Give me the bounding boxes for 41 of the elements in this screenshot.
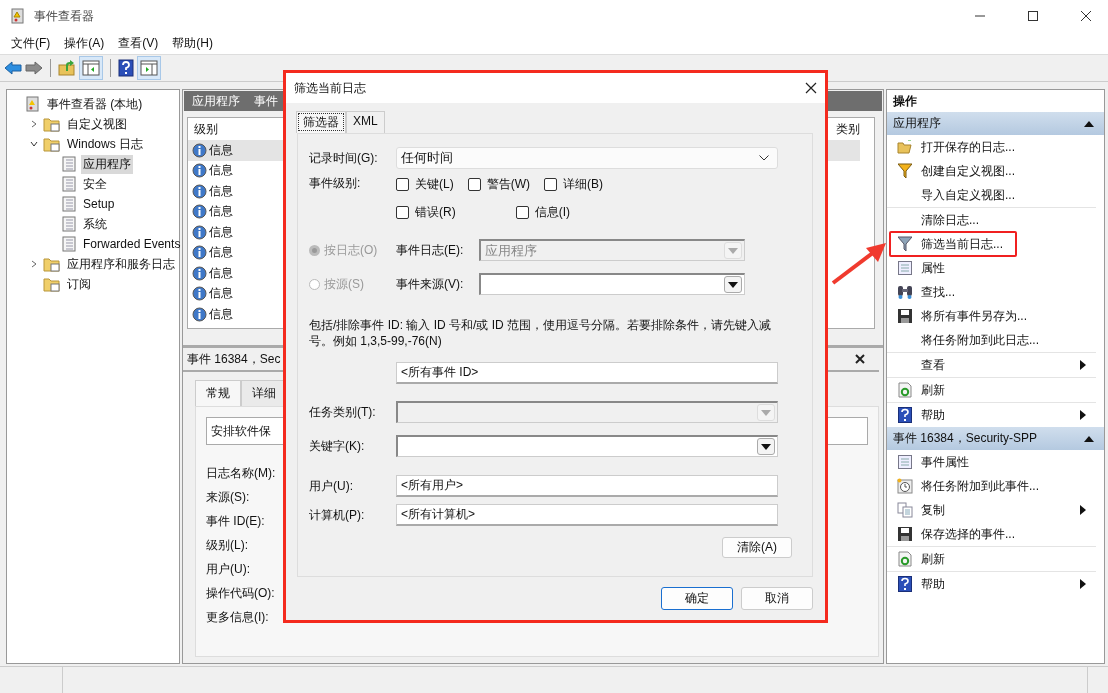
field-label: 事件来源(V): xyxy=(396,275,465,293)
field-label: 任务类别(T): xyxy=(309,403,377,421)
field-label: 事件日志(E): xyxy=(396,241,465,259)
log-header-title: 事件 xyxy=(254,92,278,110)
event-detail-title: 事件 16384，Sec xyxy=(187,350,281,368)
severity-text: 信息 xyxy=(209,203,233,221)
checkbox-label: 详细(B) xyxy=(563,175,603,193)
log-header-title: 应用程序 xyxy=(192,92,240,110)
radio-label: 按日志(O) xyxy=(324,241,378,259)
checkbox-label: 警告(W) xyxy=(486,175,530,193)
severity-text: 信息 xyxy=(209,182,233,200)
field-label: 级别(L): xyxy=(206,537,248,554)
section-title: 应用程序 xyxy=(893,115,941,132)
severity-text: 信息 xyxy=(209,244,233,262)
severity-text: 信息 xyxy=(209,223,233,241)
severity-text: 信息 xyxy=(209,141,233,159)
dialog-title: 筛选当前日志 xyxy=(294,79,366,97)
field-label: 操作代码(O): xyxy=(206,585,275,602)
severity-text: 信息 xyxy=(209,285,233,303)
section-title: 事件 16384，Security-SPP xyxy=(893,430,1038,447)
field-label: 日志名称(M): xyxy=(206,465,276,482)
checkbox-label: 信息(I) xyxy=(534,203,570,221)
severity-text: 信息 xyxy=(209,162,233,180)
field-label: 用户(U): xyxy=(309,477,354,495)
field-label: 计算机(P): xyxy=(309,506,366,524)
checkbox-label: 错误(R) xyxy=(415,203,456,221)
field-label: 事件 ID(E): xyxy=(206,513,265,530)
field-label: 用户(U): xyxy=(206,561,250,578)
hint-text: 包括/排除事件 ID: 输入 ID 号和/或 ID 范围，使用逗号分隔。若要排除条件，请先键入减号。例如 1,3,5-99,-76(N) xyxy=(309,317,772,349)
actions-title: 操作 xyxy=(892,92,918,110)
field-label: 事件级别: xyxy=(309,175,362,192)
description-text: 安排软件保 xyxy=(211,422,271,440)
field-label: 关键字(K): xyxy=(309,437,366,455)
severity-text: 信息 xyxy=(209,305,233,323)
field-label: 更多信息(I): xyxy=(206,609,269,626)
checkbox-label: 关键(L) xyxy=(415,175,454,193)
radio-label: 按源(S) xyxy=(324,275,364,293)
severity-text: 信息 xyxy=(209,264,233,282)
field-label: 来源(S): xyxy=(206,489,250,506)
window-title: 事件查看器 xyxy=(34,7,94,25)
field-label: 记录时间(G): xyxy=(309,149,379,167)
